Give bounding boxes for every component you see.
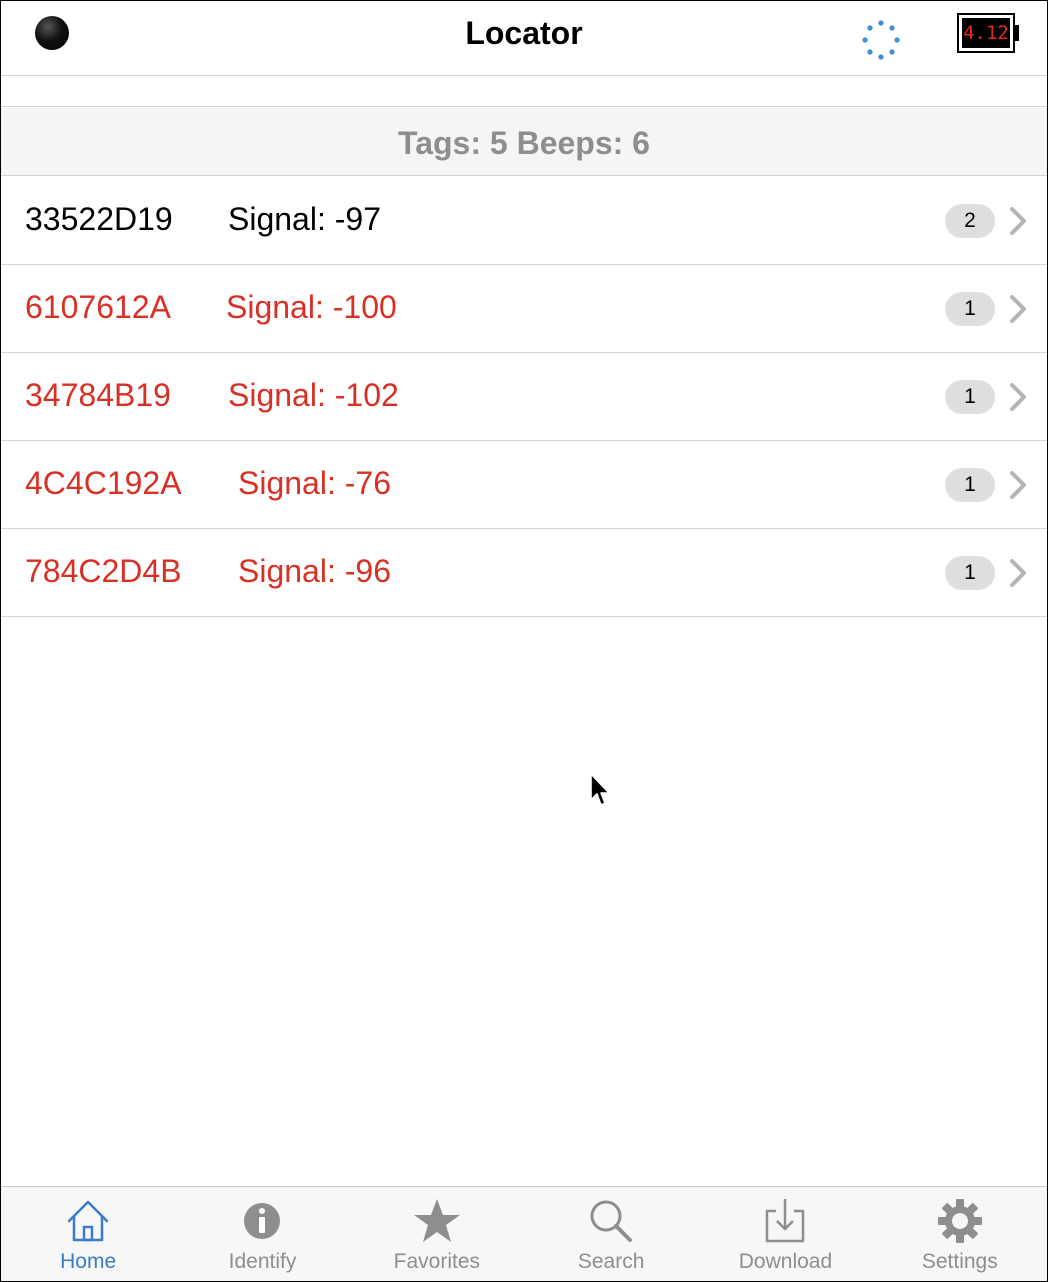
tab-label: Favorites	[393, 1250, 480, 1273]
tag-id: 34784B19	[25, 377, 171, 413]
activity-spinner-icon	[862, 20, 900, 60]
mouse-pointer-icon	[590, 773, 610, 806]
chevron-right-icon	[1010, 559, 1026, 587]
tag-row[interactable]: 784C2D4B Signal: -96 1	[1, 529, 1047, 617]
tag-id: 33522D19	[25, 201, 173, 237]
home-icon	[67, 1200, 109, 1242]
battery-display: 4.12	[962, 18, 1010, 48]
tag-signal: Signal: -96	[238, 553, 391, 589]
chevron-right-icon	[1010, 295, 1026, 323]
tab-label: Identify	[228, 1250, 297, 1273]
tag-signal: Signal: -100	[226, 289, 397, 325]
tab-bar: Home Identify Favorites Search Download …	[1, 1186, 1047, 1281]
tag-row[interactable]: 34784B19 Signal: -102 1	[1, 353, 1047, 441]
tag-id: 784C2D4B	[25, 553, 182, 589]
battery-voltage: 4.12	[963, 22, 1009, 44]
battery-body: 4.12	[957, 13, 1015, 53]
tab-label: Settings	[921, 1250, 998, 1273]
tag-row[interactable]: 4C4C192A Signal: -76 1	[1, 441, 1047, 529]
star-icon	[413, 1199, 460, 1242]
tab-label: Search	[577, 1250, 645, 1273]
beep-count-badge: 1	[945, 292, 995, 326]
tab-settings[interactable]: Settings	[873, 1187, 1047, 1281]
beep-count-badge: 1	[945, 468, 995, 502]
tab-home[interactable]: Home	[1, 1187, 175, 1281]
beep-count-badge: 1	[945, 556, 995, 590]
tag-id: 4C4C192A	[25, 465, 182, 501]
chevron-right-icon	[1010, 471, 1026, 499]
tab-download[interactable]: Download	[698, 1187, 872, 1281]
beep-count-badge: 2	[945, 204, 995, 238]
battery-indicator: 4.12	[957, 13, 1019, 53]
tab-favorites[interactable]: Favorites	[350, 1187, 524, 1281]
tag-signal: Signal: -97	[228, 201, 381, 237]
tab-label: Home	[60, 1250, 117, 1273]
app-window: Locator 4.12 Tags: 5 Beeps: 6 33522D19 S…	[0, 0, 1048, 1282]
search-icon	[590, 1200, 633, 1242]
chevron-right-icon	[1010, 383, 1026, 411]
tag-row[interactable]: 6107612A Signal: -100 1	[1, 265, 1047, 353]
tab-search[interactable]: Search	[524, 1187, 698, 1281]
beep-count-badge: 1	[945, 380, 995, 414]
battery-terminal	[1015, 25, 1019, 41]
tag-id: 6107612A	[25, 289, 171, 325]
tab-identify[interactable]: Identify	[175, 1187, 349, 1281]
gear-icon	[937, 1199, 982, 1243]
download-icon	[766, 1199, 805, 1243]
chevron-right-icon	[1010, 207, 1026, 235]
spacer	[1, 77, 1047, 107]
tag-signal: Signal: -76	[238, 465, 391, 501]
tag-list: 33522D19 Signal: -97 2 6107612A Signal: …	[1, 177, 1047, 617]
info-icon	[244, 1203, 281, 1239]
tab-label: Download	[738, 1250, 833, 1273]
tag-signal: Signal: -102	[228, 377, 399, 413]
tag-row[interactable]: 33522D19 Signal: -97 2	[1, 177, 1047, 265]
summary-header: Tags: 5 Beeps: 6	[1, 108, 1047, 176]
navigation-bar: Locator 4.12	[1, 1, 1047, 76]
